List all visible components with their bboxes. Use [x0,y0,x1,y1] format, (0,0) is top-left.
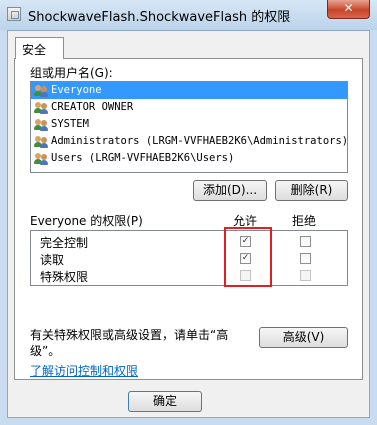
advanced-button[interactable]: 高级(V) [259,327,348,348]
groups-label: 组或用户名(G): [30,66,113,80]
close-button[interactable]: ✕ [327,0,370,19]
user-group-icon [34,84,48,97]
window-title: ShockwaveFlash.ShockwaveFlash 的权限 [28,10,291,25]
user-group-icon [34,135,48,148]
list-item-label: CREATOR OWNER [51,101,134,113]
list-item-label: SYSTEM [51,118,89,130]
deny-read-checkbox[interactable] [300,253,311,264]
permission-row-full-control: 完全控制 [40,236,89,250]
advanced-note-line2: 级”。 [30,344,61,358]
list-item-label: Administrators (LRGM-VVFHAEB2K6\Administ… [51,135,348,147]
add-button[interactable]: 添加(D)... [193,180,267,201]
list-item-system[interactable]: SYSTEM [31,116,347,133]
window-icon [7,7,21,21]
access-control-link[interactable]: 了解访问控制和权限 [30,362,138,379]
deny-full-control-checkbox[interactable] [300,236,311,247]
list-item-administrators[interactable]: Administrators (LRGM-VVFHAEB2K6\Administ… [31,133,347,150]
list-item-label: Users (LRGM-VVFHAEB2K6\Users) [51,152,235,164]
list-item-users[interactable]: Users (LRGM-VVFHAEB2K6\Users) [31,150,347,167]
highlight-box [224,227,272,287]
deny-column-header: 拒绝 [292,214,317,228]
remove-button[interactable]: 删除(R) [275,180,348,201]
list-item-label: Everyone [51,84,102,96]
permission-row-special: 特殊权限 [40,270,89,284]
list-item-creator-owner[interactable]: CREATOR OWNER [31,99,347,116]
groups-listbox[interactable]: Everyone CREATOR OWNER SYSTEM Administra… [30,81,348,173]
deny-special-checkbox [300,270,311,281]
user-group-icon [34,101,48,114]
ok-button[interactable]: 确定 [128,391,202,412]
user-group-icon [34,152,48,165]
permission-row-read: 读取 [40,253,65,267]
tab-security[interactable]: 安全 [15,37,64,59]
list-item-everyone[interactable]: Everyone [31,82,347,99]
permissions-label: Everyone 的权限(P) [30,214,143,228]
user-group-icon [34,118,48,131]
advanced-note-line1: 有关特殊权限或高级设置，请单击“高 [30,328,229,342]
